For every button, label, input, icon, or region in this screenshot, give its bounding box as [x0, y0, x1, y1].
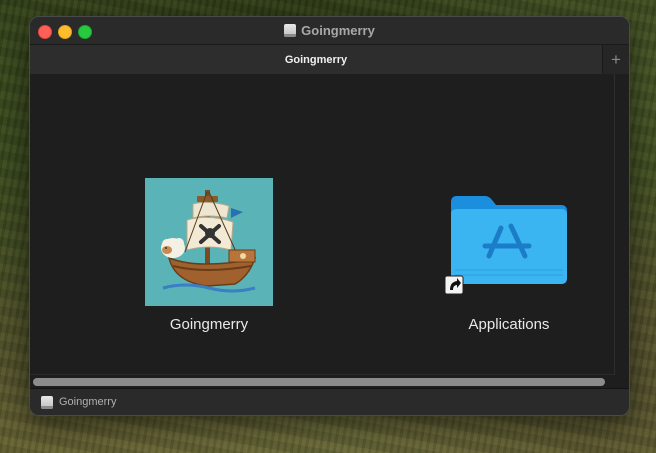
new-tab-button[interactable]: +	[602, 45, 629, 74]
tab-goingmerry[interactable]: Goingmerry	[30, 45, 602, 74]
disk-image-icon	[41, 395, 53, 409]
app-item[interactable]: Goingmerry	[124, 178, 294, 333]
path-bar-label[interactable]: Goingmerry	[59, 396, 116, 408]
applications-item-label: Applications	[468, 316, 550, 333]
horizontal-scrollbar[interactable]	[30, 374, 615, 389]
ship-app-icon[interactable]	[145, 178, 273, 306]
path-bar: Goingmerry	[30, 388, 629, 415]
vertical-scrollbar[interactable]	[614, 74, 629, 374]
title-bar[interactable]: Goingmerry	[30, 17, 629, 44]
finder-window: Goingmerry Goingmerry + Goingmerry Appli…	[29, 16, 630, 416]
applications-item[interactable]: Applications	[424, 178, 594, 333]
app-item-label: Goingmerry	[169, 316, 249, 333]
applications-folder-icon[interactable]	[444, 178, 573, 306]
tab-label: Goingmerry	[284, 53, 348, 66]
icon-view[interactable]: Goingmerry Applications	[30, 74, 615, 374]
tab-bar: Goingmerry +	[30, 44, 629, 75]
disk-image-icon	[284, 24, 297, 37]
window-title-group: Goingmerry	[30, 17, 629, 44]
horizontal-scrollbar-thumb[interactable]	[33, 378, 605, 386]
window-title: Goingmerry	[301, 23, 375, 38]
